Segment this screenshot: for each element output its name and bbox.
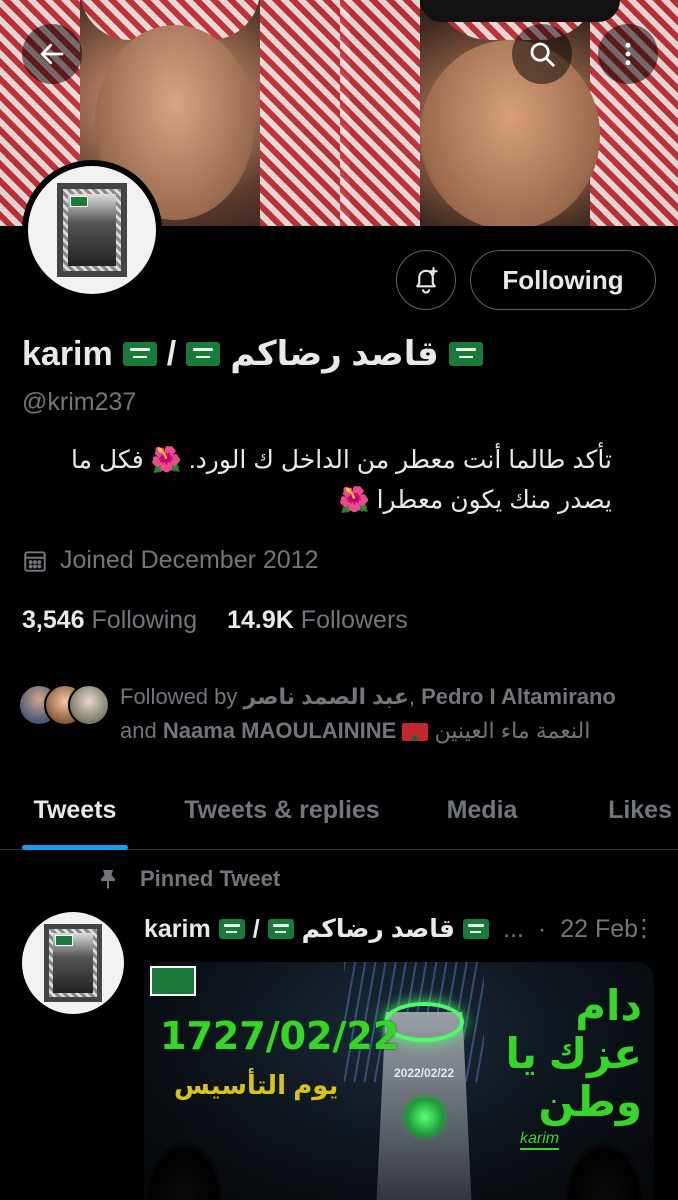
photo-inner	[68, 194, 116, 266]
notifications-button[interactable]	[396, 250, 456, 310]
following-label: Following	[91, 606, 198, 634]
tweet-date[interactable]: 22 Feb	[560, 915, 638, 944]
tweet-more-button[interactable]: ⋮	[632, 914, 656, 943]
saudi-flag-icon	[218, 919, 245, 939]
media-signature: karim	[520, 1130, 560, 1150]
following-link[interactable]: 3,546 Following	[22, 606, 197, 635]
join-date: Joined December 2012	[22, 546, 319, 575]
media-slogan: دام عزك يا وطن	[505, 982, 642, 1125]
banner-face-right	[420, 40, 600, 226]
followed-by-text: Followed by عبد الصمد ناصر, Pedro I Alta…	[120, 680, 640, 756]
followed-by-prefix: Followed by	[120, 684, 238, 709]
join-date-text: Joined December 2012	[60, 546, 319, 574]
tab-tweets[interactable]: Tweets	[0, 770, 150, 850]
tab-tweets-replies[interactable]: Tweets & replies	[150, 770, 414, 850]
display-name-arabic: قاصد رضاكم	[230, 335, 439, 373]
tab-media[interactable]: Media	[414, 770, 550, 850]
tweet-author-avatar[interactable]	[22, 912, 124, 1014]
follower-name: عبد الصمد ناصر	[243, 684, 409, 709]
tweet-media-image[interactable]: 2022/02/22 1727/02/22 يوم التأسيس دام عز…	[144, 962, 654, 1200]
saudi-flag-icon	[122, 342, 157, 366]
morocco-flag-icon	[402, 722, 429, 756]
follower-name: Naama MAOULAININE	[162, 718, 397, 743]
avatar	[68, 684, 110, 726]
following-count: 3,546	[22, 606, 85, 634]
pinned-label: Pinned Tweet	[96, 866, 280, 892]
banner-pattern	[340, 0, 420, 226]
profile-tabs: Tweets Tweets & replies Media Likes	[0, 770, 678, 850]
pinned-text: Pinned Tweet	[140, 866, 281, 891]
arrow-left-icon	[40, 43, 64, 65]
pin-icon	[101, 870, 115, 889]
tab-likes[interactable]: Likes	[550, 770, 678, 850]
banner-detail	[420, 0, 620, 22]
truncation: ...	[503, 914, 524, 943]
saudi-flag-icon	[463, 919, 490, 939]
saudi-flag-icon	[70, 196, 88, 207]
name-separator: /	[252, 914, 260, 943]
tweet-author-arabic: قاصد رضاكم	[301, 915, 456, 943]
more-options-button[interactable]	[598, 24, 658, 84]
framed-photo	[57, 183, 127, 277]
bell-plus-icon	[416, 267, 438, 294]
tower-date: 2022/02/22	[393, 1066, 455, 1080]
followed-by[interactable]: Followed by عبد الصمد ناصر, Pedro I Alta…	[18, 680, 640, 756]
profile-avatar[interactable]	[22, 160, 162, 300]
saudi-flag-icon	[186, 342, 221, 366]
name-separator: /	[166, 334, 177, 373]
search-button[interactable]	[512, 24, 572, 84]
user-handle: @krim237	[22, 388, 137, 416]
tweet-header[interactable]: karim / قاصد رضاكم ... · 22 Feb	[144, 914, 638, 944]
framed-photo	[44, 924, 102, 1002]
follower-name: Pedro I Altamirano	[421, 684, 616, 709]
saudi-flag-icon	[448, 342, 483, 366]
more-vertical-icon	[625, 42, 631, 66]
emblem-icon	[400, 1092, 450, 1142]
media-subtitle: يوم التأسيس	[174, 1070, 339, 1100]
follower-name-arabic: النعمة ماء العينين	[434, 718, 591, 743]
separator-dot: ·	[537, 914, 547, 943]
following-button[interactable]: Following	[470, 250, 656, 310]
photo-inner	[53, 933, 93, 993]
search-icon	[530, 42, 555, 67]
palm-silhouette	[564, 1140, 644, 1200]
followers-label: Followers	[300, 606, 408, 634]
saudi-flag-icon	[55, 935, 73, 946]
media-date-text: 1727/02/22	[160, 1014, 400, 1058]
tweet-author-name: karim	[144, 914, 211, 943]
saudi-flag-icon	[150, 966, 196, 996]
followed-by-conj: and	[120, 718, 157, 743]
palm-silhouette	[144, 1140, 224, 1200]
display-name-latin: karim	[22, 334, 113, 373]
banner-pattern	[260, 0, 350, 226]
follow-stats: 3,546 Following 14.9K Followers	[22, 606, 408, 635]
profile-bio: تأكد طالما أنت معطر من الداخل ك الورد. 🌺…	[71, 446, 612, 514]
avatar-image	[28, 166, 156, 294]
followers-link[interactable]: 14.9K Followers	[227, 606, 408, 635]
back-button[interactable]	[22, 24, 82, 84]
saudi-flag-icon	[267, 919, 294, 939]
follower-avatars	[18, 680, 110, 730]
calendar-icon	[24, 550, 46, 572]
followers-count: 14.9K	[227, 606, 294, 634]
display-name: karim / قاصد رضاكم	[22, 334, 483, 374]
